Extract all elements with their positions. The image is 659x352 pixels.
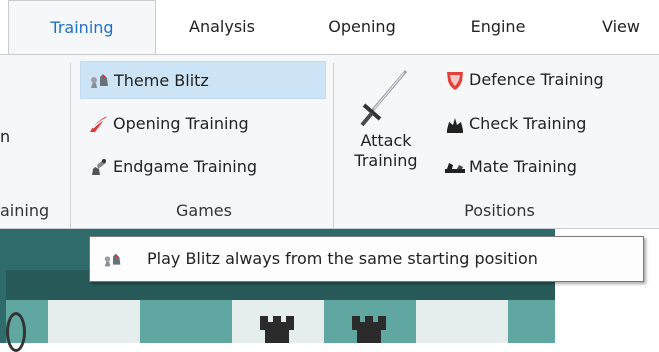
tooltip-text: Play Blitz always from the same starting… [147, 249, 538, 268]
board-square[interactable] [6, 300, 48, 352]
theme-blitz-button[interactable]: Theme Blitz [80, 61, 326, 99]
tab-opening[interactable]: Opening [302, 0, 422, 54]
tooltip: Play Blitz always from the same starting… [89, 236, 644, 282]
tab-training[interactable]: Training [8, 0, 156, 55]
opening-training-button[interactable]: Opening Training [80, 105, 326, 143]
ribbon-tab-bar: Training Analysis Opening Engine View [0, 0, 659, 55]
mate-training-label: Mate Training [469, 157, 577, 176]
attack-training-label: Attack Training [340, 131, 432, 171]
board-square[interactable] [324, 300, 416, 343]
shield-icon [447, 72, 463, 90]
endgame-training-label: Endgame Training [113, 157, 258, 176]
opening-training-icon [90, 116, 107, 132]
ribbon-panel: n aining Theme Blitz Opening Training En… [0, 54, 659, 229]
opening-training-label: Opening Training [113, 114, 249, 133]
mate-icon [445, 163, 465, 173]
board-square[interactable] [48, 300, 140, 343]
board-piece-icon [6, 312, 26, 352]
group-separator [333, 63, 334, 228]
black-rook-icon [260, 316, 294, 343]
group-label-training: aining [0, 201, 50, 220]
tab-overflow-left [0, 0, 8, 54]
tab-engine[interactable]: Engine [438, 0, 558, 54]
mate-training-button[interactable]: Mate Training [436, 148, 659, 186]
tab-analysis[interactable]: Analysis [160, 0, 284, 54]
check-training-button[interactable]: Check Training [436, 105, 659, 143]
attack-training-button[interactable]: Attack Training [340, 61, 432, 191]
endgame-training-button[interactable]: Endgame Training [80, 148, 326, 186]
board-square[interactable] [140, 300, 232, 343]
board-square[interactable] [416, 300, 508, 343]
endgame-training-icon [92, 159, 106, 175]
tab-view[interactable]: View [576, 0, 659, 54]
theme-blitz-label: Theme Blitz [114, 71, 209, 90]
group-separator [70, 63, 71, 228]
board-square[interactable] [508, 300, 555, 343]
sword-icon [360, 70, 408, 127]
board-square[interactable] [232, 300, 324, 343]
partial-ribbon-button[interactable]: n [0, 127, 10, 146]
knight-blitz-icon [104, 253, 121, 267]
black-rook-icon [352, 316, 386, 343]
attack-training-line2: Training [354, 151, 418, 170]
group-label-positions: Positions [464, 201, 535, 220]
defence-training-label: Defence Training [469, 70, 604, 89]
crown-icon [447, 118, 463, 133]
defence-training-button[interactable]: Defence Training [436, 61, 659, 99]
attack-training-line1: Attack [360, 131, 412, 150]
group-label-games: Games [176, 201, 232, 220]
check-training-label: Check Training [469, 114, 587, 133]
knight-blitz-icon [91, 74, 108, 88]
